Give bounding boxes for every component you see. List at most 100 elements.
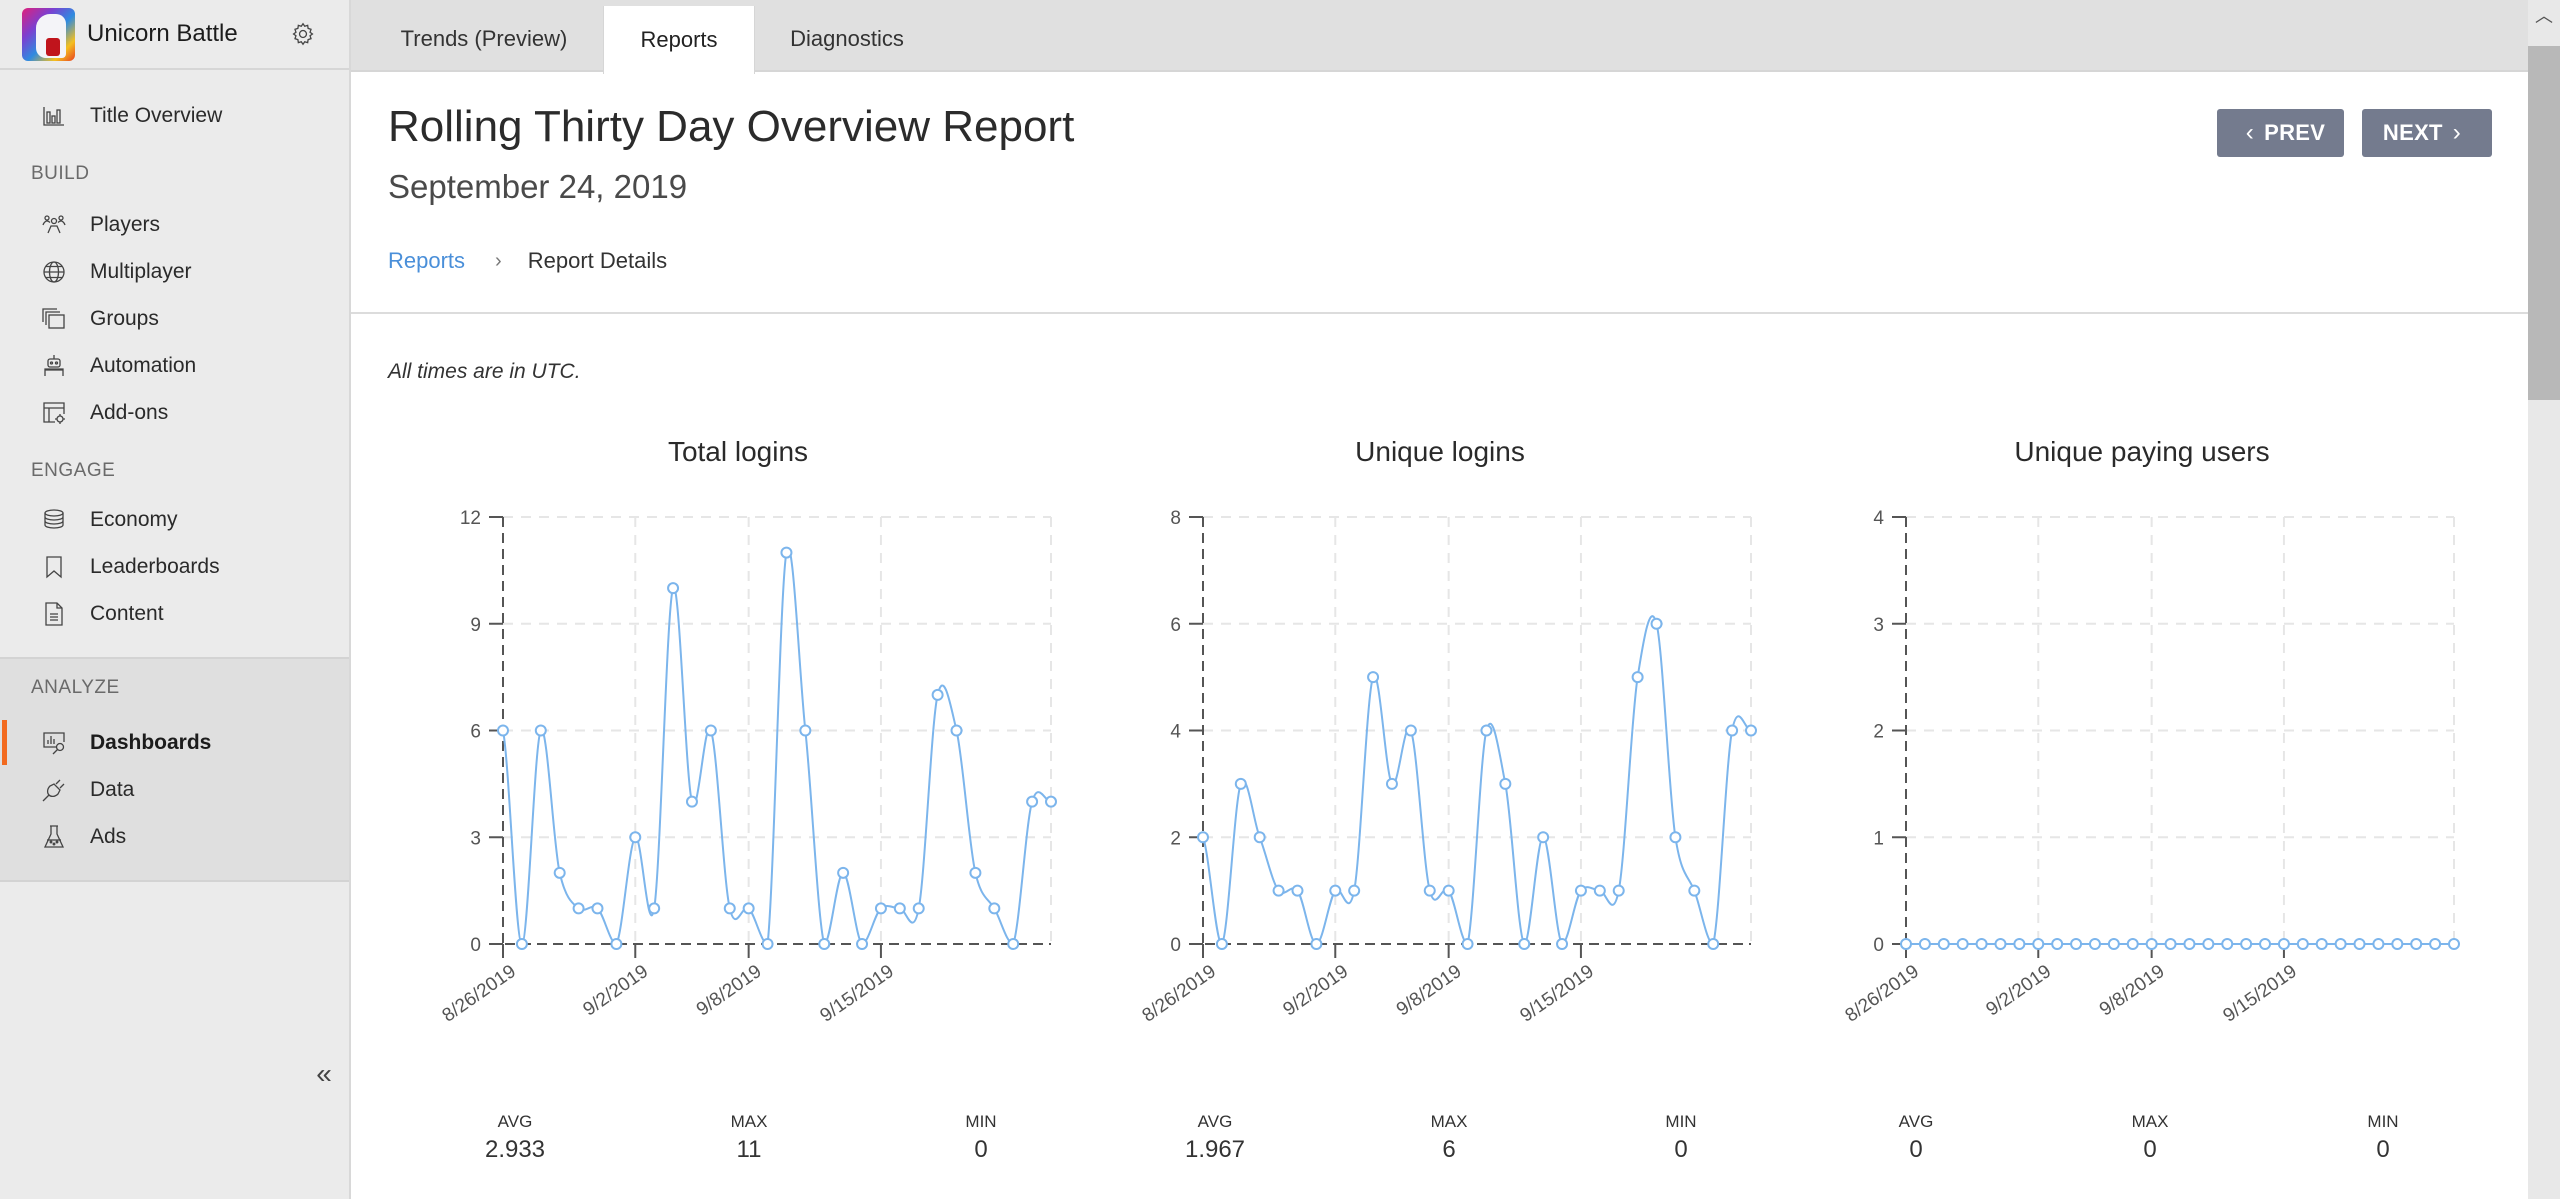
data-point [2448,938,2460,950]
data-point [969,866,982,879]
x-tick-label: 9/2/2019 [1983,961,2056,1021]
sidebar-item-leaderboards[interactable]: Leaderboards [0,543,349,590]
scrollbar-thumb[interactable] [2528,46,2560,400]
unicorn-logo-icon[interactable] [22,7,75,61]
data-point [1726,724,1739,737]
sidebar-item-automation[interactable]: Automation [0,342,349,389]
scroll-up-icon[interactable]: ︿ [2528,0,2560,46]
stat-value: 0 [974,1136,988,1163]
app-title[interactable]: Unicorn Battle [87,20,238,48]
sidebar-item-title-overview[interactable]: Title Overview [0,92,349,139]
data-point [2372,938,2385,950]
x-tick-label: 8/26/2019 [1139,961,1220,1027]
sidebar-section-analyze: ANALYZE Dashboards Data Ads [0,657,349,882]
x-tick-label: 9/15/2019 [1517,961,1598,1027]
data-point [1650,617,1663,630]
x-tick-label: 9/2/2019 [580,961,653,1021]
players-icon [42,213,66,237]
data-point [1253,831,1266,844]
data-point [893,902,906,915]
data-point [497,724,509,737]
data-point [2202,938,2215,950]
stat-label: AVG [1197,1112,1233,1131]
data-point [1272,884,1285,897]
chart-title-total-logins: Total logins [667,436,809,467]
data-point [723,902,736,915]
data-point [2164,938,2177,950]
data-point [648,902,661,915]
data-point [2183,938,2196,950]
stat-value: 0 [1674,1136,1688,1163]
sidebar-item-players[interactable]: Players [0,201,349,248]
vertical-scrollbar[interactable]: ︿ [2528,0,2560,1199]
stat-label: AVG [1898,1112,1934,1131]
sidebar-item-multiplayer[interactable]: Multiplayer [0,248,349,295]
next-label: NEXT [2382,120,2443,145]
data-point [1688,884,1701,897]
next-button[interactable]: NEXT › [2362,109,2492,157]
sidebar-item-groups[interactable]: Groups [0,295,349,342]
stat-value: 0 [2143,1136,2157,1163]
section-label-analyze: ANALYZE [31,677,120,698]
data-point [2070,938,2083,950]
data-point [1956,938,1969,950]
tab-diagnostics[interactable]: Diagnostics [755,6,939,72]
data-point [2240,938,2253,950]
data-point [1423,884,1436,897]
y-tick-label: 4 [1170,722,1181,743]
data-point [1537,831,1550,844]
sidebar-item-economy[interactable]: Economy [0,496,349,543]
report-date: September 24, 2019 [388,168,688,205]
data-point [1461,938,1474,950]
document-icon [42,601,66,626]
plug-icon [42,778,66,802]
breadcrumb-reports-link[interactable]: Reports [388,248,465,274]
data-point [1045,795,1057,808]
data-point [1291,884,1304,897]
dashboard-icon [42,731,66,755]
data-point [1404,724,1417,737]
section-label-engage: ENGAGE [31,460,116,481]
collapse-sidebar-icon[interactable]: « [310,1058,338,1089]
data-point [1310,938,1323,950]
data-point [1574,884,1587,897]
stat-avg: AVG 2.933 [435,1112,595,1164]
sidebar-item-data[interactable]: Data [0,766,349,813]
sidebar-item-label: Players [90,212,161,236]
y-tick-label: 6 [470,722,481,743]
data-point [1593,884,1606,897]
data-point [1669,831,1682,844]
robot-icon [42,354,66,378]
series-line [1202,615,1752,946]
sidebar-item-add-ons[interactable]: Add-ons [0,389,349,436]
bookmark-icon [42,555,66,579]
data-point [1197,831,1209,844]
data-point [1612,884,1625,897]
y-tick-label: 3 [1873,615,1884,636]
data-point [591,902,604,915]
data-point [2126,938,2139,950]
stat-value: 2.933 [484,1136,546,1163]
y-tick-label: 12 [460,508,481,529]
prev-button[interactable]: ‹ PREV [2217,109,2344,157]
data-point [685,795,698,808]
tab-trends-preview[interactable]: Trends (Preview) [365,6,603,72]
sidebar-item-content[interactable]: Content [0,590,349,637]
data-point [704,724,717,737]
gear-icon[interactable] [290,21,316,47]
sidebar-item-ads[interactable]: Ads [0,813,349,860]
data-point [761,938,774,950]
sidebar-item-dashboards[interactable]: Dashboards [0,719,349,766]
stat-value: 1.967 [1184,1136,1246,1163]
stat-value: 0 [1909,1136,1923,1163]
data-point [742,902,755,915]
data-point [1937,938,1950,950]
stat-min: MIN 0 [901,1112,1061,1164]
y-tick-label: 9 [470,615,481,636]
tab-reports[interactable]: Reports [603,6,755,74]
sidebar-item-label: Economy [90,507,178,531]
series-line [502,547,1052,946]
stat-max: MAX 11 [669,1112,829,1164]
data-point [572,902,585,915]
stat-label: MIN [2367,1112,2399,1131]
